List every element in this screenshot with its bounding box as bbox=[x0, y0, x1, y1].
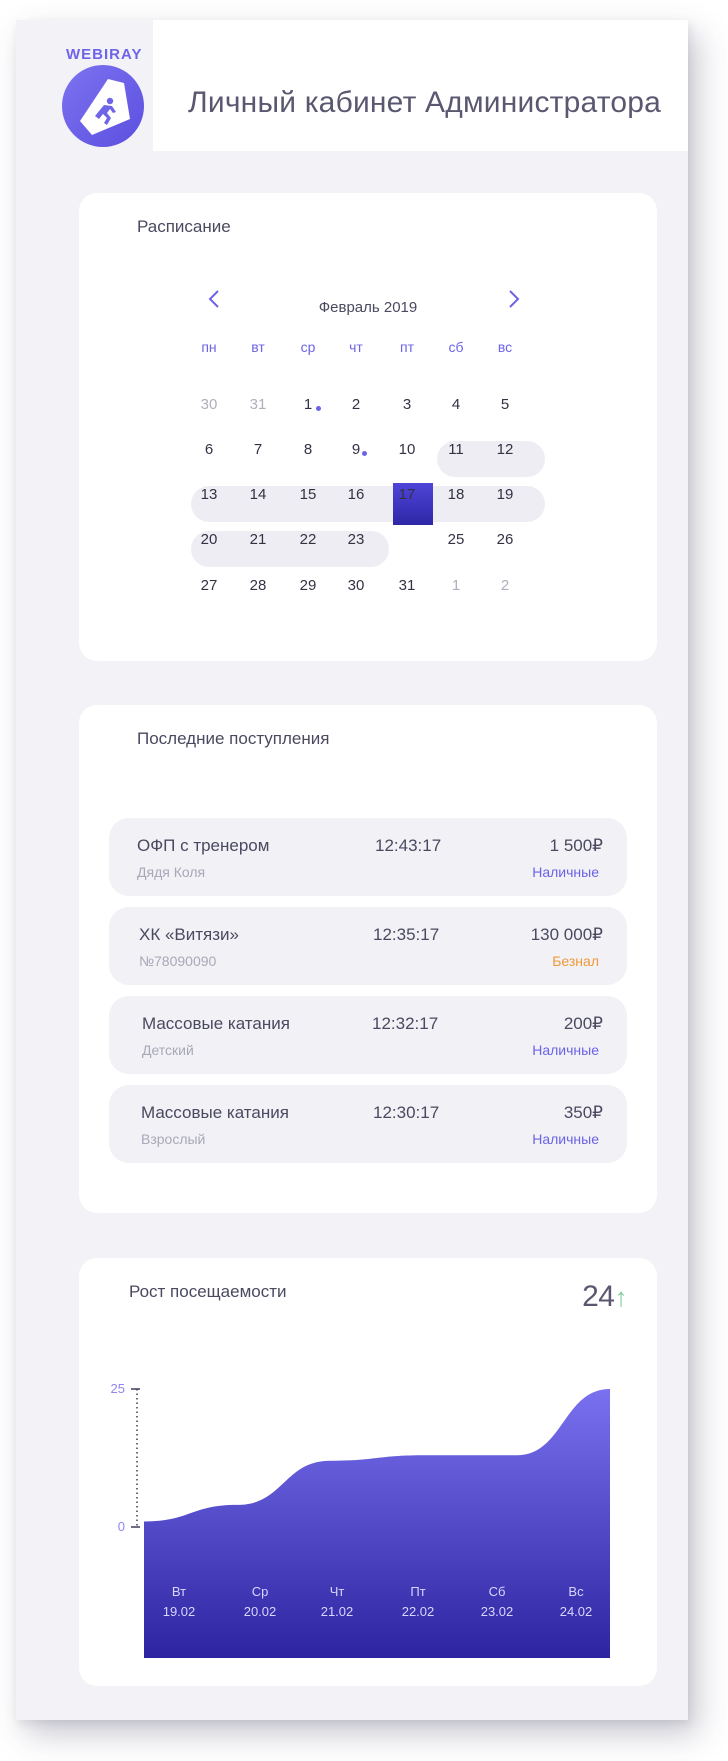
weekday-label: пн bbox=[201, 339, 217, 355]
calendar-day[interactable]: 31 bbox=[387, 577, 427, 594]
y-tick-label: 25 bbox=[111, 1381, 125, 1396]
page-title: Личный кабинет Администратора bbox=[188, 86, 661, 119]
calendar-day[interactable]: 25 bbox=[436, 531, 476, 548]
receipt-payment-type: Наличные bbox=[532, 1042, 599, 1058]
y-tick-label: 0 bbox=[118, 1519, 125, 1534]
logo-text: WEBIRAY bbox=[66, 46, 143, 63]
x-tick-day: Вт bbox=[172, 1584, 186, 1599]
weekday-label: ср bbox=[300, 339, 316, 355]
app-frame: WEBIRAY Личный кабинет Администратора Ра… bbox=[16, 20, 688, 1720]
schedule-title: Расписание bbox=[137, 217, 231, 236]
calendar-day[interactable]: 5 bbox=[485, 396, 525, 413]
x-tick-date: 22.02 bbox=[402, 1604, 435, 1619]
receipts-title: Последние поступления bbox=[137, 729, 330, 748]
calendar-day[interactable]: 3 bbox=[387, 396, 427, 413]
calendar-day[interactable]: 28 bbox=[238, 577, 278, 594]
growth-chart: 25 0 Вт 19.02 Ср 20.02 Чт 21.02 Пт 22.02 Сб 23.02 Вс… bbox=[111, 1381, 610, 1658]
receipt-name: Массовые катания bbox=[142, 1014, 290, 1033]
calendar-day[interactable]: 23 bbox=[336, 531, 376, 548]
receipt-subtitle: №78090090 bbox=[139, 953, 217, 969]
weekday-label: вс bbox=[497, 339, 513, 355]
calendar-day[interactable]: 2 bbox=[336, 396, 376, 413]
next-month-button[interactable] bbox=[507, 289, 521, 313]
calendar-day[interactable]: 1 bbox=[288, 396, 328, 413]
calendar-day[interactable]: 14 bbox=[238, 486, 278, 503]
calendar-day[interactable]: 10 bbox=[387, 441, 427, 458]
x-tick-day: Сб bbox=[489, 1584, 506, 1599]
calendar-day[interactable]: 6 bbox=[189, 441, 229, 458]
receipt-amount: 200₽ bbox=[563, 1014, 603, 1033]
receipt-payment-type: Безнал bbox=[552, 953, 599, 969]
receipt-time: 12:35:17 bbox=[373, 925, 440, 944]
receipt-payment-type: Наличные bbox=[532, 1131, 599, 1147]
weekday-label: пт bbox=[400, 339, 414, 355]
calendar-day[interactable]: 4 bbox=[436, 396, 476, 413]
receipt-name: Массовые катания bbox=[141, 1103, 289, 1122]
x-tick-day: Ср bbox=[252, 1584, 269, 1599]
calendar-day[interactable]: 31 bbox=[238, 396, 278, 413]
calendar-day[interactable]: 22 bbox=[288, 531, 328, 548]
calendar-day[interactable]: 16 bbox=[336, 486, 376, 503]
receipt-subtitle: Детский bbox=[142, 1042, 194, 1058]
calendar-day[interactable]: 30 bbox=[336, 577, 376, 594]
receipt-payment-type: Наличные bbox=[532, 864, 599, 880]
receipt-row[interactable]: ОФП с тренером Дядя Коля 12:43:17 1 500₽ Нал… bbox=[109, 818, 627, 896]
receipt-amount: 350₽ bbox=[563, 1103, 603, 1122]
x-tick-day: Пт bbox=[410, 1584, 425, 1599]
calendar-day[interactable]: 2 bbox=[485, 577, 525, 594]
x-tick-day: Вс bbox=[568, 1584, 584, 1599]
weekday-label: чт bbox=[349, 339, 363, 355]
calendar-day[interactable]: 18 bbox=[436, 486, 476, 503]
receipt-row[interactable]: Массовые катания Взрослый 12:30:17 350₽ Нали… bbox=[109, 1085, 627, 1163]
calendar-day[interactable]: 11 bbox=[436, 441, 476, 458]
calendar-day[interactable]: 29 bbox=[288, 577, 328, 594]
x-tick-date: 19.02 bbox=[163, 1604, 196, 1619]
calendar-day[interactable]: 20 bbox=[189, 531, 229, 548]
receipt-name: ХК «Витязи» bbox=[139, 925, 239, 944]
receipt-amount: 130 000₽ bbox=[530, 925, 603, 944]
calendar-day[interactable]: 9 bbox=[336, 441, 376, 458]
area-series bbox=[144, 1389, 610, 1658]
calendar-day[interactable]: 30 bbox=[189, 396, 229, 413]
receipt-row[interactable]: Массовые катания Детский 12:32:17 200₽ Налич… bbox=[109, 996, 627, 1074]
x-tick-date: 20.02 bbox=[244, 1604, 277, 1619]
receipt-time: 12:30:17 bbox=[373, 1103, 440, 1122]
x-tick-date: 24.02 bbox=[560, 1604, 593, 1619]
x-tick-day: Чт bbox=[330, 1584, 345, 1599]
calendar-day[interactable]: 26 bbox=[485, 531, 525, 548]
calendar-day[interactable]: 15 bbox=[288, 486, 328, 503]
weekday-label: сб bbox=[448, 339, 464, 355]
month-label: Февраль 2019 bbox=[318, 299, 418, 316]
logo-icon[interactable] bbox=[62, 65, 144, 147]
receipt-subtitle: Дядя Коля bbox=[137, 864, 206, 880]
growth-card: Рост посещаемости 24↑ 25 0 Вт 19.02 Ср 20.02 Ч… bbox=[79, 1258, 657, 1686]
receipts-card: Последние поступления ОФП с тренером Дядя… bbox=[79, 705, 657, 1213]
calendar-day[interactable]: 8 bbox=[288, 441, 328, 458]
calendar-day-selected[interactable]: 24 bbox=[387, 531, 427, 548]
receipt-time: 12:43:17 bbox=[375, 836, 442, 855]
calendar-day[interactable]: 1 bbox=[436, 577, 476, 594]
chevron-right-icon bbox=[509, 290, 520, 308]
calendar-day[interactable]: 7 bbox=[238, 441, 278, 458]
calendar-day[interactable]: 21 bbox=[238, 531, 278, 548]
receipt-subtitle: Взрослый bbox=[141, 1131, 206, 1147]
receipt-time: 12:32:17 bbox=[372, 1014, 439, 1033]
calendar-day[interactable]: 12 bbox=[485, 441, 525, 458]
x-tick-date: 21.02 bbox=[321, 1604, 354, 1619]
calendar-day[interactable]: 19 bbox=[485, 486, 525, 503]
calendar-day[interactable]: 13 bbox=[189, 486, 229, 503]
x-tick-date: 23.02 bbox=[481, 1604, 514, 1619]
receipt-name: ОФП с тренером bbox=[137, 836, 270, 855]
calendar-day[interactable]: 17 bbox=[387, 486, 427, 503]
weekday-label: вт bbox=[251, 339, 265, 355]
calendar-day[interactable]: 27 bbox=[189, 577, 229, 594]
receipt-amount: 1 500₽ bbox=[549, 836, 603, 855]
receipt-row[interactable]: ХК «Витязи» №78090090 12:35:17 130 000₽ Безн… bbox=[109, 907, 627, 985]
schedule-card: Расписание Февраль 2019 пн вт ср чт пт сб вс 3… bbox=[79, 193, 657, 661]
